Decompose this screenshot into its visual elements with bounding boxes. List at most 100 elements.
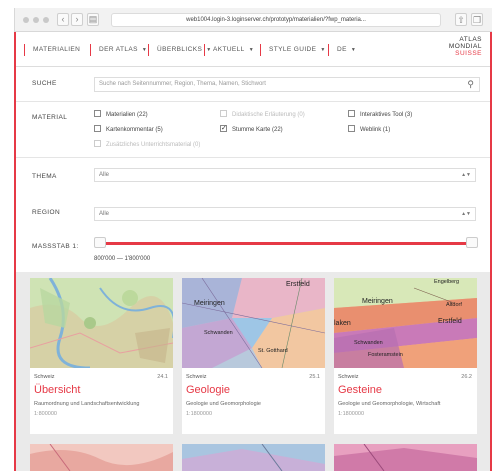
sidebar-icon[interactable]: ▤	[87, 13, 99, 26]
search-icon[interactable]: ⚲	[467, 79, 474, 90]
checkbox-label: Stumme Karte (22)	[232, 127, 283, 134]
material-card[interactable]: Erstfeld Meiringen Schwanden St. Gotthar…	[182, 278, 325, 434]
checkbox-interaktives-tool[interactable]: Interaktives Tool (3)	[348, 110, 413, 119]
nav-label: ÜBERBLICKS	[157, 46, 203, 53]
card-page-number: 25.1	[309, 374, 320, 380]
nav-item-aktuell[interactable]: AKTUELL ▼	[204, 44, 254, 56]
main-navigation: MATERIALIEN DER ATLAS ▼ ÜBERBLICKS ▼ AKTUE…	[16, 32, 490, 66]
map-thumbnail[interactable]	[334, 444, 477, 471]
checkbox-label: Interaktives Tool (3)	[360, 112, 413, 119]
card-page-number: 26.2	[461, 374, 472, 380]
scale-slider-track[interactable]	[100, 242, 474, 245]
map-thumbnail[interactable]: Engelberg Meiringen Altdorf Erstfeld lak…	[334, 278, 477, 368]
region-value: Alle	[99, 211, 110, 217]
card-scale: 1:1800000	[186, 411, 212, 417]
thema-value: Alle	[99, 172, 110, 178]
material-card[interactable]	[182, 444, 325, 471]
card-subtitle: Raumordnung und Landschaftsentwicklung	[34, 401, 140, 407]
map-label: Schwanden	[204, 330, 233, 336]
divider	[16, 157, 490, 158]
map-label: St. Gotthard	[258, 348, 288, 354]
card-subtitle: Geologie und Geomorphologie	[186, 401, 261, 407]
chevron-down-icon: ▲▼	[461, 211, 471, 217]
checkbox-weblink[interactable]: Weblink (1)	[348, 125, 391, 134]
zoom-window-dot[interactable]	[43, 17, 49, 23]
minimize-window-dot[interactable]	[33, 17, 39, 23]
close-window-dot[interactable]	[23, 17, 29, 23]
checkbox-label: Zusätzliches Unterrichtsmaterial (0)	[106, 142, 201, 149]
card-title[interactable]: Übersicht	[34, 384, 80, 396]
checkbox-box[interactable]	[94, 125, 101, 132]
card-title[interactable]: Geologie	[186, 384, 230, 396]
checkbox-materialien[interactable]: Materialien (22)	[94, 110, 148, 119]
map-thumbnail[interactable]	[30, 278, 173, 368]
checkmark-icon[interactable]: ✓	[220, 125, 227, 132]
chevron-down-icon: ▼	[320, 47, 326, 53]
map-thumbnail[interactable]	[30, 444, 173, 471]
material-card[interactable]: Engelberg Meiringen Altdorf Erstfeld lak…	[334, 278, 477, 434]
checkbox-kartenkommentar[interactable]: Kartenkommentar (5)	[94, 125, 163, 134]
nav-item-materialien[interactable]: MATERIALIEN	[24, 44, 80, 56]
map-label: Erstfeld	[438, 318, 462, 325]
search-placeholder: Suche nach Seitennummer, Region, Thema, …	[99, 81, 266, 87]
region-label: REGION	[32, 209, 61, 216]
card-scale: 1:800000	[34, 411, 57, 417]
material-card[interactable]	[30, 444, 173, 471]
map-label: Fosteramstein	[368, 352, 403, 358]
checkbox-didaktische-erlaeuterung: Didaktische Erläuterung (0)	[220, 110, 305, 119]
nav-label: DER ATLAS	[99, 46, 138, 53]
scale-slider-min-handle[interactable]	[94, 237, 106, 248]
map-thumbnail[interactable]	[182, 444, 325, 471]
nav-item-language[interactable]: DE ▼	[328, 44, 356, 56]
thema-select[interactable]: Alle ▲▼	[94, 168, 476, 182]
scale-range-value: 800'000 — 1'800'000	[94, 256, 151, 262]
map-label: Meiringen	[362, 298, 393, 305]
results-grid: Schweiz 24.1 Übersicht Raumordnung und L…	[16, 272, 490, 471]
checkbox-stumme-karte[interactable]: ✓ Stumme Karte (22)	[220, 125, 283, 134]
nav-item-der-atlas[interactable]: DER ATLAS ▼	[90, 44, 147, 56]
logo-line: SUISSE	[455, 50, 482, 57]
checkbox-box[interactable]	[348, 125, 355, 132]
card-subtitle: Geologie und Geomorphologie, Wirtschaft	[338, 401, 441, 407]
filter-panel: SUCHE Suche nach Seitennummer, Region, T…	[16, 66, 490, 272]
checkbox-label: Didaktische Erläuterung (0)	[232, 112, 305, 119]
forward-icon[interactable]: ›	[71, 13, 83, 26]
url-bar[interactable]: web1004.login-3.loginserver.ch/prototyp/…	[111, 13, 441, 27]
map-thumbnail[interactable]: Erstfeld Meiringen Schwanden St. Gotthar…	[182, 278, 325, 368]
nav-label: AKTUELL	[213, 46, 245, 53]
card-region: Schweiz	[338, 374, 359, 380]
chevron-down-icon: ▲▼	[461, 172, 471, 178]
card-scale: 1:1800000	[338, 411, 364, 417]
map-label: Altdorf	[446, 302, 462, 308]
atlas-logo[interactable]: ATLAS MONDIAL SUISSE	[449, 36, 482, 57]
map-label: Engelberg	[434, 279, 460, 285]
checkbox-box[interactable]	[348, 110, 355, 117]
nav-item-style-guide[interactable]: STYLE GUIDE ▼	[260, 44, 326, 56]
checkbox-box[interactable]	[94, 110, 101, 117]
checkbox-label: Kartenkommentar (5)	[106, 127, 163, 134]
tabs-icon[interactable]: ❐	[471, 13, 483, 26]
back-icon[interactable]: ‹	[57, 13, 69, 26]
chevron-down-icon: ▼	[248, 47, 255, 53]
search-input[interactable]: Suche nach Seitennummer, Region, Thema, …	[94, 77, 480, 92]
checkbox-box	[220, 110, 227, 117]
nav-label: DE	[337, 46, 347, 53]
map-label: laken	[334, 320, 351, 327]
card-title[interactable]: Gesteine	[338, 384, 382, 396]
checkbox-label: Weblink (1)	[360, 127, 391, 134]
nav-label: STYLE GUIDE	[269, 46, 317, 53]
scale-slider-max-handle[interactable]	[466, 237, 478, 248]
card-page-number: 24.1	[157, 374, 168, 380]
checkbox-label: Materialien (22)	[106, 112, 148, 119]
chevron-down-icon: ▼	[350, 47, 357, 53]
divider	[16, 101, 490, 102]
region-select[interactable]: Alle ▲▼	[94, 207, 476, 221]
material-card[interactable]: Schweiz 24.1 Übersicht Raumordnung und L…	[30, 278, 173, 434]
material-card[interactable]	[334, 444, 477, 471]
checkbox-zusaetzliches-material: Zusätzliches Unterrichtsmaterial (0)	[94, 140, 201, 149]
chevron-down-icon: ▼	[141, 47, 148, 53]
search-label: SUCHE	[32, 80, 57, 87]
card-region: Schweiz	[186, 374, 207, 380]
nav-item-ueberblicks[interactable]: ÜBERBLICKS ▼	[148, 44, 212, 56]
share-icon[interactable]: ⇧	[455, 13, 467, 26]
